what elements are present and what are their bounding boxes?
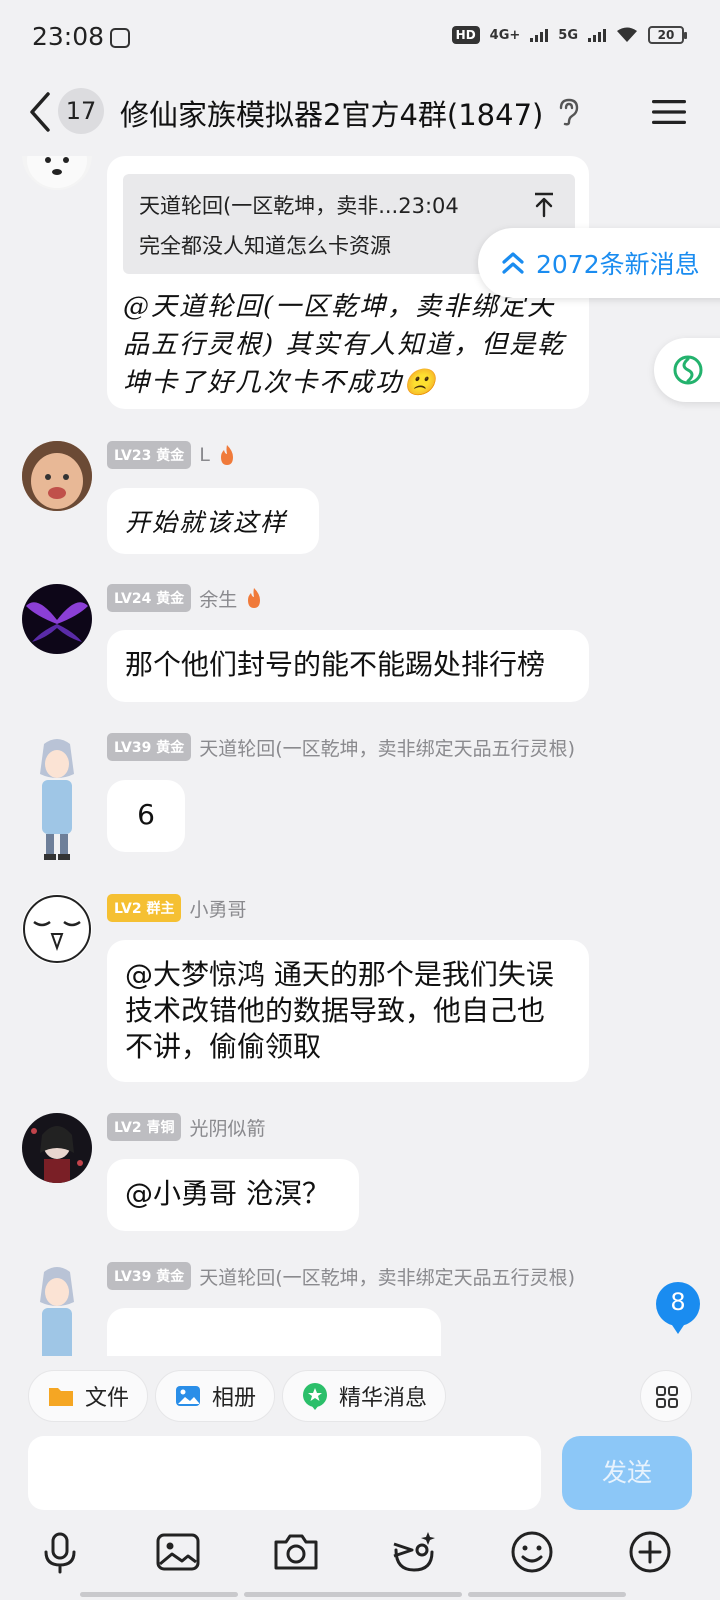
essence-shortcut-label: 精华消息: [339, 1386, 428, 1411]
jump-to-quote-icon[interactable]: [533, 192, 555, 218]
mention-count-badge[interactable]: 8: [654, 1282, 702, 1334]
message-bubble[interactable]: @小勇哥 沧溟？: [107, 1159, 359, 1231]
emoji-icon[interactable]: [508, 1528, 556, 1576]
album-shortcut-label: 相册: [212, 1386, 257, 1411]
more-shortcuts-button[interactable]: [640, 1370, 692, 1422]
image-icon: [176, 1386, 200, 1406]
level-badge: LV23 黄金: [107, 441, 192, 469]
avatar[interactable]: [22, 584, 92, 654]
group-title[interactable]: 修仙家族模拟器2官方4群(1847): [120, 92, 543, 134]
gesture-bar-segment: [244, 1592, 462, 1597]
message-bubble[interactable]: 开始就该这样: [107, 488, 319, 554]
sender-nickname[interactable]: 天道轮回(一区乾坤，卖非绑定天品五行灵根): [199, 734, 575, 761]
flame-icon: [248, 588, 261, 608]
star-badge-icon: [303, 1383, 327, 1410]
hd-voice-icon: HD: [451, 26, 480, 44]
message-text: @天道轮回(一区乾坤，卖非绑定天品五行灵根) 其实有人知道，但是乾坤卡了好几次卡…: [123, 292, 566, 398]
plus-circle-icon[interactable]: [626, 1528, 674, 1576]
album-shortcut-button[interactable]: 相册: [155, 1370, 276, 1422]
new-messages-label: 2072条新消息: [536, 250, 700, 279]
message-bubble[interactable]: @大梦惊鸿 通天的那个是我们失误 技术改错他的数据导致，他自己也不讲，偷偷领取: [107, 940, 589, 1082]
message-bubble[interactable]: [107, 1308, 441, 1356]
sender-nickname[interactable]: L: [199, 444, 210, 466]
picture-icon[interactable]: [154, 1528, 202, 1576]
message-meta: LV39 黄金 天道轮回(一区乾坤，卖非绑定天品五行灵根): [107, 1262, 575, 1290]
sender-nickname[interactable]: 余生: [199, 585, 237, 612]
notification-app-icon: [110, 28, 130, 48]
message-bubble[interactable]: 6: [107, 780, 185, 852]
sender-nickname[interactable]: 天道轮回(一区乾坤，卖非绑定天品五行灵根): [199, 1263, 575, 1290]
message-meta: LV2 青铜 光阴似箭: [107, 1113, 265, 1141]
sender-nickname[interactable]: 小勇哥: [189, 895, 246, 922]
message-input[interactable]: [28, 1436, 541, 1510]
owner-badge: LV2 群主: [107, 894, 182, 922]
avatar[interactable]: [22, 156, 92, 190]
level-badge: LV24 黄金: [107, 584, 192, 612]
input-panel: 文件 相册 精华消息 发送: [0, 1356, 720, 1600]
grid-icon: [656, 1386, 678, 1408]
title-bar: 17 修仙家族模拟器2官方4群(1847): [0, 76, 720, 156]
level-badge: LV2 青铜: [107, 1113, 182, 1141]
back-arrow-icon[interactable]: [26, 90, 56, 134]
folder-icon: [49, 1388, 73, 1406]
avatar[interactable]: [22, 734, 92, 864]
avatar[interactable]: [22, 1262, 92, 1356]
double-chevron-up-icon: [502, 252, 524, 274]
battery-icon: 20: [648, 26, 687, 44]
gesture-bar-segment: [80, 1592, 238, 1597]
sender-nickname[interactable]: 光阴似箭: [189, 1114, 265, 1141]
gesture-bar-segment: [468, 1592, 626, 1597]
menu-icon[interactable]: [652, 98, 686, 126]
status-time: 23:08: [32, 22, 105, 51]
message-meta: LV23 黄金 L: [107, 441, 236, 469]
spiral-app-icon: [673, 355, 703, 385]
fun-face-icon[interactable]: [390, 1528, 438, 1576]
avatar[interactable]: [22, 894, 92, 964]
status-bar: 23:08 HD 4G+ 5G 20: [0, 0, 720, 76]
file-shortcut-label: 文件: [85, 1386, 130, 1411]
quoted-header: 天道轮回(一区乾坤，卖非...23:04: [139, 194, 459, 218]
new-messages-button[interactable]: 2072条新消息: [478, 228, 720, 298]
status-indicators: HD 4G+ 5G 20: [451, 26, 687, 44]
signal-4g-icon: [530, 28, 549, 42]
unread-count-badge[interactable]: 17: [58, 88, 104, 134]
level-badge: LV39 黄金: [107, 733, 192, 761]
signal-5g-icon: [588, 28, 606, 42]
send-button[interactable]: 发送: [562, 1436, 692, 1510]
side-floating-button[interactable]: [654, 338, 720, 402]
essence-shortcut-button[interactable]: 精华消息: [282, 1370, 447, 1422]
chat-message-list[interactable]: 天道轮回(一区乾坤，卖非...23:04 完全都没人知道怎么卡资源 @天道轮回(…: [0, 156, 720, 1356]
network-5g-label: 5G: [558, 27, 578, 43]
mention-count: 8: [670, 1288, 686, 1316]
message-meta: LV39 黄金 天道轮回(一区乾坤，卖非绑定天品五行灵根): [107, 733, 575, 761]
message-meta: LV2 群主 小勇哥: [107, 894, 246, 922]
avatar[interactable]: [22, 441, 92, 511]
ear-mode-icon: [559, 98, 579, 126]
flame-icon: [220, 445, 233, 465]
level-badge: LV39 黄金: [107, 1262, 192, 1290]
file-shortcut-button[interactable]: 文件: [28, 1370, 149, 1422]
microphone-icon[interactable]: [36, 1528, 84, 1576]
message-bubble[interactable]: 那个他们封号的能不能踢处排行榜: [107, 630, 589, 702]
camera-icon[interactable]: [272, 1528, 320, 1576]
wifi-icon: [617, 27, 637, 42]
avatar[interactable]: [22, 1113, 92, 1183]
network-4g-label: 4G+: [489, 27, 521, 43]
message-meta: LV24 黄金 余生: [107, 584, 263, 612]
